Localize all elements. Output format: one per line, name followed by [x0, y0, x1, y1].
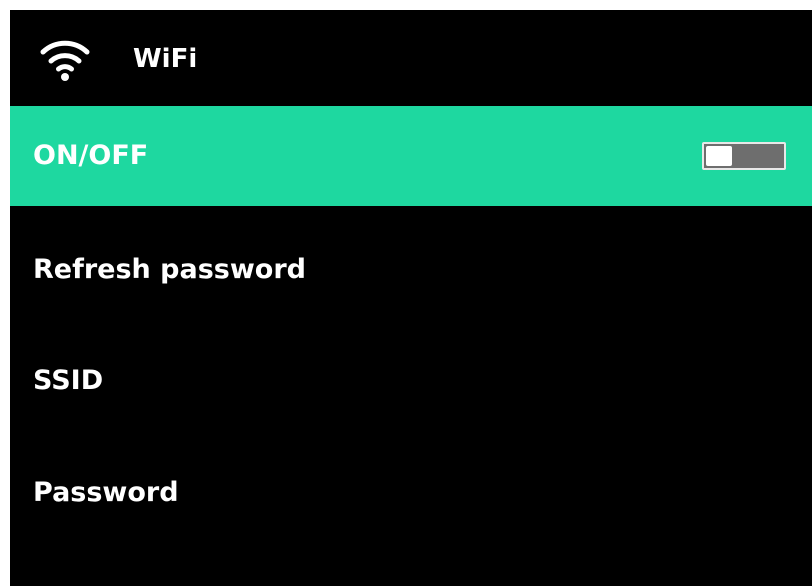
menu-item-label: ON/OFF [33, 140, 149, 171]
menu-item-label: SSID [33, 365, 104, 396]
wifi-icon [40, 36, 90, 82]
menu-item-password[interactable]: Password [10, 443, 812, 543]
page-title: WiFi [133, 44, 198, 74]
header: WiFi [10, 10, 812, 106]
toggle-knob [706, 146, 732, 166]
menu-item-on-off[interactable]: ON/OFF [10, 106, 812, 206]
menu-item-label: Refresh password [33, 254, 306, 285]
menu-item-ssid[interactable]: SSID [10, 331, 812, 431]
menu-item-refresh-password[interactable]: Refresh password [10, 220, 812, 320]
wifi-toggle-switch[interactable] [702, 142, 786, 170]
menu-item-label: Password [33, 477, 179, 508]
wifi-settings-screen: WiFi ON/OFF Refresh password SSID Passwo… [10, 10, 812, 586]
